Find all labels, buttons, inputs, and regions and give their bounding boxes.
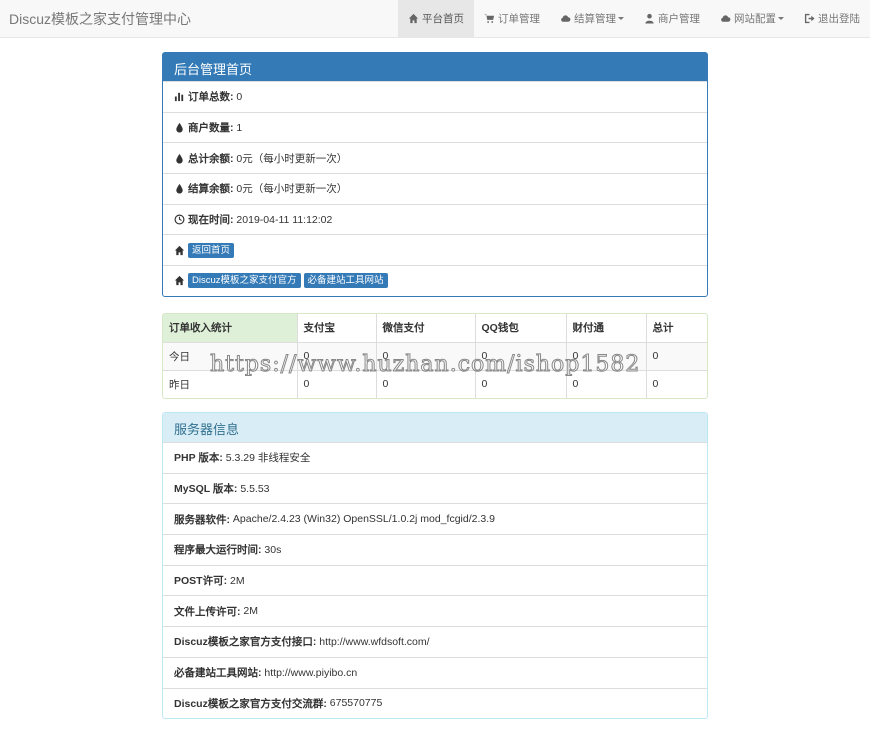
table-cell: 0 <box>375 341 476 371</box>
admin-home-panel: 后台管理首页 订单总数: 0 商户数量: 1 总计余额: 0元（每小时更新一次）… <box>162 52 708 297</box>
table-cell: 0 <box>645 369 707 398</box>
chevron-down-icon <box>778 17 784 20</box>
table-cell: 0 <box>296 369 377 398</box>
nav-item-orders[interactable]: 订单管理 <box>474 0 550 37</box>
table-row: 昨日 0 0 0 0 0 <box>163 369 707 398</box>
brand-title[interactable]: Discuz模板之家支付管理中心 <box>9 9 191 29</box>
cart-icon <box>484 14 495 23</box>
panel-title: 服务器信息 <box>163 413 707 442</box>
nav-item-home[interactable]: 平台首页 <box>398 0 474 37</box>
home-icon <box>408 13 419 24</box>
server-info-panel: 服务器信息 PHP 版本: 5.3.29 非线程安全 MySQL 版本: 5.5… <box>162 412 708 720</box>
total-balance-row: 总计余额: 0元（每小时更新一次） <box>163 142 707 173</box>
tools-site-link[interactable]: http://www.piyibo.cn <box>264 667 357 679</box>
table-cell: 0 <box>474 341 567 371</box>
settlement-balance-row: 结算余额: 0元（每小时更新一次） <box>163 173 707 204</box>
drop-icon <box>176 184 183 194</box>
clock-icon <box>174 214 185 225</box>
main-nav: 平台首页 订单管理 结算管理 商户管理 网站配置 退出登陆 <box>398 0 870 37</box>
info-row-pay-api: Discuz模板之家官方支付接口: http://www.wfdsoft.com… <box>163 626 707 657</box>
table-cell: 0 <box>375 369 476 398</box>
column-header: 支付宝 <box>296 314 377 343</box>
pay-api-link[interactable]: http://www.wfdsoft.com/ <box>319 636 429 648</box>
table-cell: 今日 <box>163 341 298 371</box>
table-cell: 0 <box>565 369 647 398</box>
nav-item-settlement[interactable]: 结算管理 <box>550 0 634 37</box>
official-pay-link-button[interactable]: Discuz模板之家支付官方 <box>188 273 301 289</box>
cloud-icon <box>561 15 571 22</box>
bar-chart-icon <box>174 93 184 102</box>
order-count-row: 订单总数: 0 <box>163 81 707 112</box>
table-cell: 0 <box>474 369 567 398</box>
info-row-server-software: 服务器软件: Apache/2.4.23 (Win32) OpenSSL/1.0… <box>163 503 707 534</box>
user-icon <box>645 13 654 24</box>
home-icon <box>174 276 185 286</box>
info-row-max-exec-time: 程序最大运行时间: 30s <box>163 534 707 565</box>
merchant-count-row: 商户数量: 1 <box>163 111 707 143</box>
info-row-tools-site: 必备建站工具网站: http://www.piyibo.cn <box>163 656 707 688</box>
table-cell: 0 <box>296 341 377 371</box>
table-cell: 昨日 <box>163 369 298 398</box>
column-header: 订单收入统计 <box>163 314 298 343</box>
info-row-qq-group: Discuz模板之家官方支付交流群: 675570775 <box>163 687 707 719</box>
info-row-mysql: MySQL 版本: 5.5.53 <box>163 472 707 504</box>
nav-item-logout[interactable]: 退出登陆 <box>794 0 870 37</box>
chevron-down-icon <box>618 17 624 20</box>
table-row: 今日 0 0 0 0 0 <box>163 341 707 371</box>
current-time-row: 现在时间: 2019-04-11 11:12:02 <box>163 203 707 235</box>
panel-title: 后台管理首页 <box>163 53 707 81</box>
table-cell: 0 <box>645 341 707 371</box>
table-cell: 0 <box>565 341 647 371</box>
tools-site-link-button[interactable]: 必备建站工具网站 <box>303 273 388 289</box>
home-icon <box>174 245 185 255</box>
column-header: QQ钱包 <box>474 314 567 343</box>
back-home-row: 返回首页 <box>163 234 707 265</box>
top-navbar: Discuz模板之家支付管理中心 平台首页 订单管理 结算管理 商户管理 网站配… <box>0 0 870 38</box>
back-home-button[interactable]: 返回首页 <box>188 242 235 258</box>
column-header: 微信支付 <box>375 314 476 343</box>
column-header: 总计 <box>645 314 707 343</box>
column-header: 财付通 <box>565 314 647 343</box>
info-row-post-limit: POST许可: 2M <box>163 564 707 596</box>
logout-icon <box>804 13 815 24</box>
info-row-php: PHP 版本: 5.3.29 非线程安全 <box>163 442 707 473</box>
income-stats-table: 订单收入统计 支付宝 微信支付 QQ钱包 财付通 总计 今日 0 0 0 0 0… <box>162 313 708 399</box>
table-header-row: 订单收入统计 支付宝 微信支付 QQ钱包 财付通 总计 <box>163 314 707 343</box>
links-row: Discuz模板之家支付官方 必备建站工具网站 <box>163 265 707 296</box>
drop-icon <box>176 153 183 164</box>
info-row-upload-limit: 文件上传许可: 2M <box>163 595 707 626</box>
nav-item-merchants[interactable]: 商户管理 <box>634 0 710 37</box>
cloud-icon <box>721 15 731 22</box>
nav-item-site-config[interactable]: 网站配置 <box>710 0 794 37</box>
drop-icon <box>176 122 183 133</box>
